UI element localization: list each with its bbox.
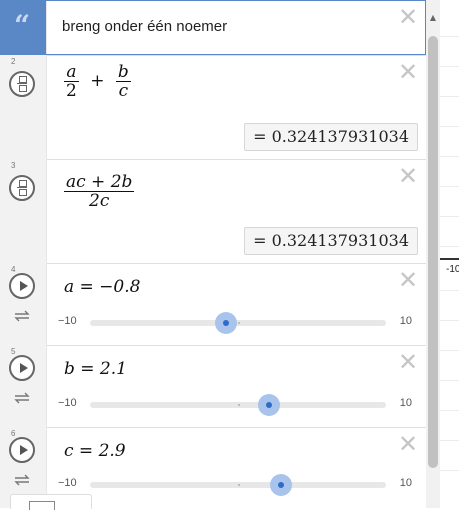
row-number: 6 xyxy=(11,429,16,438)
expression-math[interactable]: ac + 2b 2c xyxy=(62,173,136,210)
graph-paper[interactable]: -10 xyxy=(440,0,459,508)
slider-track[interactable] xyxy=(90,312,386,334)
scroll-up-icon[interactable]: ▲ xyxy=(426,12,440,24)
fraction-format-icon[interactable] xyxy=(9,71,35,97)
row-gutter[interactable]: 5 xyxy=(0,345,47,427)
note-text[interactable]: breng onder één noemer xyxy=(62,18,227,35)
close-icon[interactable]: ✕ xyxy=(398,432,418,456)
close-icon[interactable]: ✕ xyxy=(398,60,418,84)
bottom-toolbar xyxy=(10,494,92,510)
row-gutter[interactable]: “ xyxy=(0,0,47,55)
row-gutter[interactable]: 4 xyxy=(0,263,47,345)
row-number: 5 xyxy=(11,347,16,356)
x-axis xyxy=(440,258,459,260)
slider-label-a[interactable]: a = −0.8 xyxy=(64,277,140,297)
fraction-format-icon[interactable] xyxy=(9,175,35,201)
evaluation-result: = 0.324137931034 xyxy=(244,123,418,151)
fraction-ac-plus-2b-over-2c: ac + 2b 2c xyxy=(64,172,135,211)
close-icon[interactable]: ✕ xyxy=(398,5,418,29)
slider-min-label[interactable]: −10 xyxy=(58,397,77,409)
plus-operator: + xyxy=(90,71,105,91)
slider-min-label[interactable]: −10 xyxy=(58,315,77,327)
row-number: 4 xyxy=(11,265,16,274)
slider-row-a[interactable]: 4 a = −0.8 −10 10 ✕ xyxy=(0,263,426,346)
close-icon[interactable]: ✕ xyxy=(398,268,418,292)
fraction-b-over-c: b c xyxy=(115,62,131,101)
slider-min-label[interactable]: −10 xyxy=(58,477,77,489)
row-gutter[interactable]: 3 xyxy=(0,159,47,263)
row-gutter[interactable]: 2 xyxy=(0,55,47,159)
slider-label-c[interactable]: c = 2.9 xyxy=(64,441,126,461)
loop-icon[interactable] xyxy=(12,473,32,487)
evaluation-result: = 0.324137931034 xyxy=(244,227,418,255)
vertical-scrollbar[interactable]: ▲ xyxy=(426,0,440,508)
slider-max-label[interactable]: 10 xyxy=(400,315,412,327)
slider-max-label[interactable]: 10 xyxy=(400,397,412,409)
slider-label-b[interactable]: b = 2.1 xyxy=(64,359,127,379)
keyboard-toggle-button[interactable] xyxy=(29,501,55,510)
expression-list: “ breng onder één noemer ✕ 2 a 2 + b c =… xyxy=(0,0,427,510)
slider-row-b[interactable]: 5 b = 2.1 −10 10 ✕ xyxy=(0,345,426,428)
slider-thumb[interactable] xyxy=(258,394,281,416)
slider-thumb[interactable] xyxy=(269,474,292,496)
expression-row-3[interactable]: 3 ac + 2b 2c = 0.324137931034 ✕ xyxy=(0,159,426,264)
fraction-a-over-2: a 2 xyxy=(64,62,79,101)
expression-math[interactable]: a 2 + b c xyxy=(62,63,133,100)
play-icon[interactable] xyxy=(9,273,35,299)
close-icon[interactable]: ✕ xyxy=(398,164,418,188)
expression-row-2[interactable]: 2 a 2 + b c = 0.324137931034 ✕ xyxy=(0,55,426,160)
loop-icon[interactable] xyxy=(12,309,32,323)
slider-max-label[interactable]: 10 xyxy=(400,477,412,489)
slider-track[interactable] xyxy=(90,474,386,496)
axis-tick-label: -10 xyxy=(446,264,459,275)
slider-track[interactable] xyxy=(90,394,386,416)
play-icon[interactable] xyxy=(9,437,35,463)
slider-thumb[interactable] xyxy=(215,312,238,334)
scrollbar-thumb[interactable] xyxy=(428,36,438,468)
close-icon[interactable]: ✕ xyxy=(398,350,418,374)
row-number: 3 xyxy=(11,161,16,170)
note-row[interactable]: “ breng onder één noemer ✕ xyxy=(0,0,426,56)
note-quote-icon: “ xyxy=(14,9,31,42)
loop-icon[interactable] xyxy=(12,391,32,405)
row-number: 2 xyxy=(11,57,16,66)
play-icon[interactable] xyxy=(9,355,35,381)
